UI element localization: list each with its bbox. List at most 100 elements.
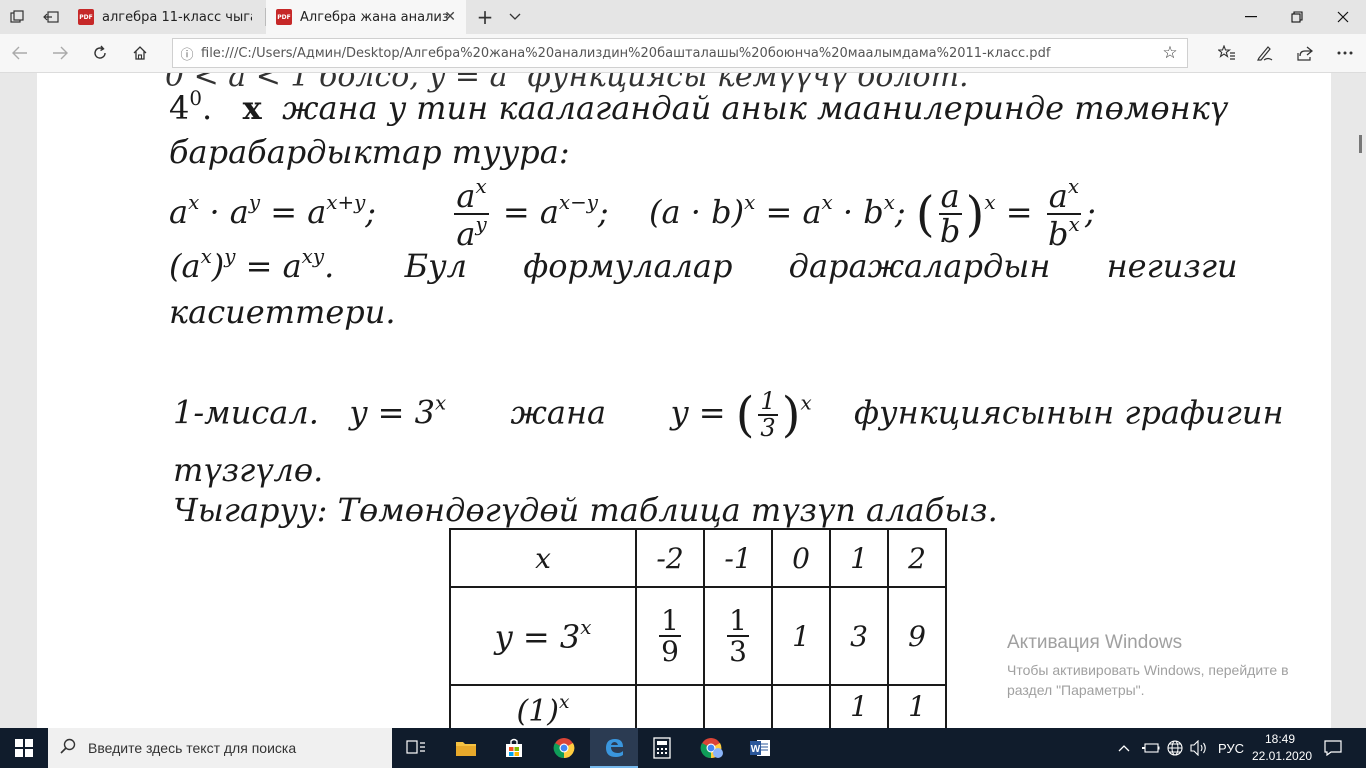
address-bar[interactable]: ⓘ file:///C:/Users/Админ/Desktop/Алгебра… bbox=[172, 38, 1188, 68]
battery-icon[interactable] bbox=[1142, 728, 1160, 768]
clock-date: 22.01.2020 bbox=[1252, 749, 1313, 763]
formula-line-2: (ax)y = axy. Бул формулалар даражалардын… bbox=[169, 245, 1238, 285]
calculator-icon[interactable] bbox=[638, 728, 686, 768]
vertical-scrollbar[interactable] bbox=[1356, 73, 1366, 728]
pdf-page: 0 < a < 1 болсо, y = ax функциясы кемүүч… bbox=[37, 73, 1331, 728]
word-icon[interactable]: W bbox=[736, 728, 784, 768]
navigation-bar: ⓘ file:///C:/Users/Админ/Desktop/Алгебра… bbox=[0, 34, 1366, 73]
watermark-title: Активация Windows bbox=[1007, 632, 1183, 653]
pdf-icon: PDF bbox=[78, 9, 94, 25]
watermark-text: Чтобы активировать Windows, перейдите в … bbox=[1007, 662, 1289, 698]
svg-text:W: W bbox=[751, 744, 761, 755]
store-icon[interactable] bbox=[490, 728, 538, 768]
example-exponent: x bbox=[434, 391, 447, 415]
home-button[interactable] bbox=[123, 38, 157, 68]
example-label: 1-мисал. bbox=[173, 393, 319, 432]
table-header-cell: 1 bbox=[829, 528, 889, 588]
chrome-profile-icon[interactable] bbox=[688, 728, 736, 768]
favorite-star-icon[interactable]: ☆ bbox=[1153, 43, 1187, 63]
formula-note: Бул формулалар даражалардын негизги bbox=[404, 246, 1238, 285]
example-fraction-den: 3 bbox=[760, 414, 776, 442]
property-number: 4 bbox=[169, 88, 190, 127]
table-row-label: y = 3x bbox=[449, 586, 637, 686]
chrome-icon[interactable] bbox=[540, 728, 588, 768]
favorites-icon[interactable] bbox=[1210, 38, 1244, 68]
task-view-icon[interactable] bbox=[392, 728, 440, 768]
property-number-degree: 0 bbox=[189, 87, 202, 110]
back-button[interactable] bbox=[3, 38, 37, 68]
volume-icon[interactable] bbox=[1190, 728, 1208, 768]
pdf-viewer[interactable]: 0 < a < 1 болсо, y = ax функциясы кемүүч… bbox=[0, 73, 1366, 728]
url-text[interactable]: file:///C:/Users/Админ/Desktop/Алгебра%2… bbox=[201, 46, 1153, 61]
table-header-cell: 2 bbox=[887, 528, 947, 588]
set-aside-tabs-icon[interactable] bbox=[34, 0, 68, 34]
table-header-cell: 0 bbox=[771, 528, 831, 588]
share-icon[interactable] bbox=[1288, 38, 1322, 68]
search-placeholder: Введите здесь текст для поиска bbox=[88, 740, 297, 756]
more-menu-icon[interactable] bbox=[1328, 38, 1362, 68]
table-cell: 1 bbox=[829, 684, 889, 728]
file-explorer-icon[interactable] bbox=[442, 728, 490, 768]
notifications-icon[interactable] bbox=[1324, 728, 1342, 768]
activation-watermark: Активация Windows Чтобы активировать Win… bbox=[1007, 632, 1317, 700]
close-window-button[interactable] bbox=[1320, 0, 1366, 34]
search-icon bbox=[48, 738, 88, 759]
property-line-1: 40. x жана y тин каалагандай анык маанил… bbox=[169, 87, 1229, 127]
close-tab-icon[interactable]: ✕ bbox=[444, 9, 456, 25]
scrollbar-thumb[interactable] bbox=[1359, 135, 1362, 153]
table-cell: 19 bbox=[635, 586, 705, 686]
clock-time: 18:49 bbox=[1264, 732, 1296, 746]
table-cell bbox=[635, 684, 705, 728]
table-header-cell: x bbox=[449, 528, 637, 588]
table-cell bbox=[703, 684, 773, 728]
table-cell bbox=[771, 684, 831, 728]
tab-title: алгебра 11-класс чыгарылы bbox=[102, 9, 252, 25]
network-globe-icon[interactable] bbox=[1166, 728, 1184, 768]
edge-icon[interactable] bbox=[590, 728, 638, 768]
table-row: (1)x 1 1 bbox=[449, 684, 947, 728]
language-indicator[interactable]: РУС bbox=[1218, 728, 1244, 768]
example-and: жана bbox=[510, 393, 607, 432]
table-row: y = 3x 19 13 1 3 9 bbox=[449, 586, 947, 686]
clock[interactable]: 18:49 22.01.2020 bbox=[1252, 731, 1313, 765]
example-line: 1-мисал. y = 3x жана y = (1 3)x функциясы… bbox=[173, 386, 1284, 443]
solution-line: Чыгаруу: Төмөндөгүдөй таблица түзүп алаб… bbox=[173, 491, 998, 529]
example-function-1: y = 3 bbox=[349, 393, 435, 432]
taskbar: Введите здесь текст для поиска W РУС 18:… bbox=[0, 728, 1366, 768]
example-function-2: y = bbox=[670, 393, 726, 432]
example-text: функциясынын графигин bbox=[853, 393, 1284, 432]
formulas-row: ax · ay = ax+y; ax ay = ax−y; (a · b)x = … bbox=[169, 175, 1096, 254]
table-cell: 9 bbox=[887, 586, 947, 686]
tab-algebra-solutions[interactable]: PDF алгебра 11-класс чыгарылы bbox=[68, 0, 264, 34]
table-header-cell: -1 bbox=[703, 528, 773, 588]
variable-x: x bbox=[242, 88, 262, 127]
property-line-2: барабардыктар туура: bbox=[169, 133, 570, 171]
table-cell: 3 bbox=[829, 586, 889, 686]
example-fraction-num: 1 bbox=[758, 386, 778, 416]
table-cell: 1 bbox=[771, 586, 831, 686]
forward-button[interactable] bbox=[43, 38, 77, 68]
pdf-icon: PDF bbox=[276, 9, 292, 25]
property-text: жана y тин каалагандай анык маанилеринде… bbox=[282, 88, 1229, 127]
values-table: x -2 -1 0 1 2 y = 3x 19 13 1 3 9 (1)x 1 bbox=[449, 528, 947, 728]
pen-icon[interactable] bbox=[1248, 38, 1282, 68]
tab-algebra-analysis[interactable]: PDF Алгебра жана анализ ✕ bbox=[266, 0, 466, 34]
table-cell: 1 bbox=[887, 684, 947, 728]
tab-title: Алгебра жана анализ bbox=[300, 9, 449, 25]
table-row-label-partial: (1)x bbox=[449, 684, 637, 728]
restore-button[interactable] bbox=[1274, 0, 1320, 34]
minimize-button[interactable] bbox=[1228, 0, 1274, 34]
tab-actions-icon[interactable] bbox=[0, 0, 34, 34]
table-cell: 13 bbox=[703, 586, 773, 686]
taskbar-search[interactable]: Введите здесь текст для поиска bbox=[48, 728, 392, 768]
chevron-down-icon[interactable] bbox=[504, 0, 526, 34]
windows-start-icon[interactable] bbox=[0, 728, 48, 768]
new-tab-icon[interactable]: + bbox=[474, 0, 496, 34]
show-hidden-icons-chevron[interactable] bbox=[1118, 728, 1134, 768]
table-row: x -2 -1 0 1 2 bbox=[449, 528, 947, 588]
refresh-button[interactable] bbox=[83, 38, 117, 68]
formula-note-end: касиеттери. bbox=[169, 293, 396, 331]
example-end: түзгүлө. bbox=[173, 451, 324, 489]
info-icon[interactable]: ⓘ bbox=[173, 44, 201, 63]
table-header-cell: -2 bbox=[635, 528, 705, 588]
